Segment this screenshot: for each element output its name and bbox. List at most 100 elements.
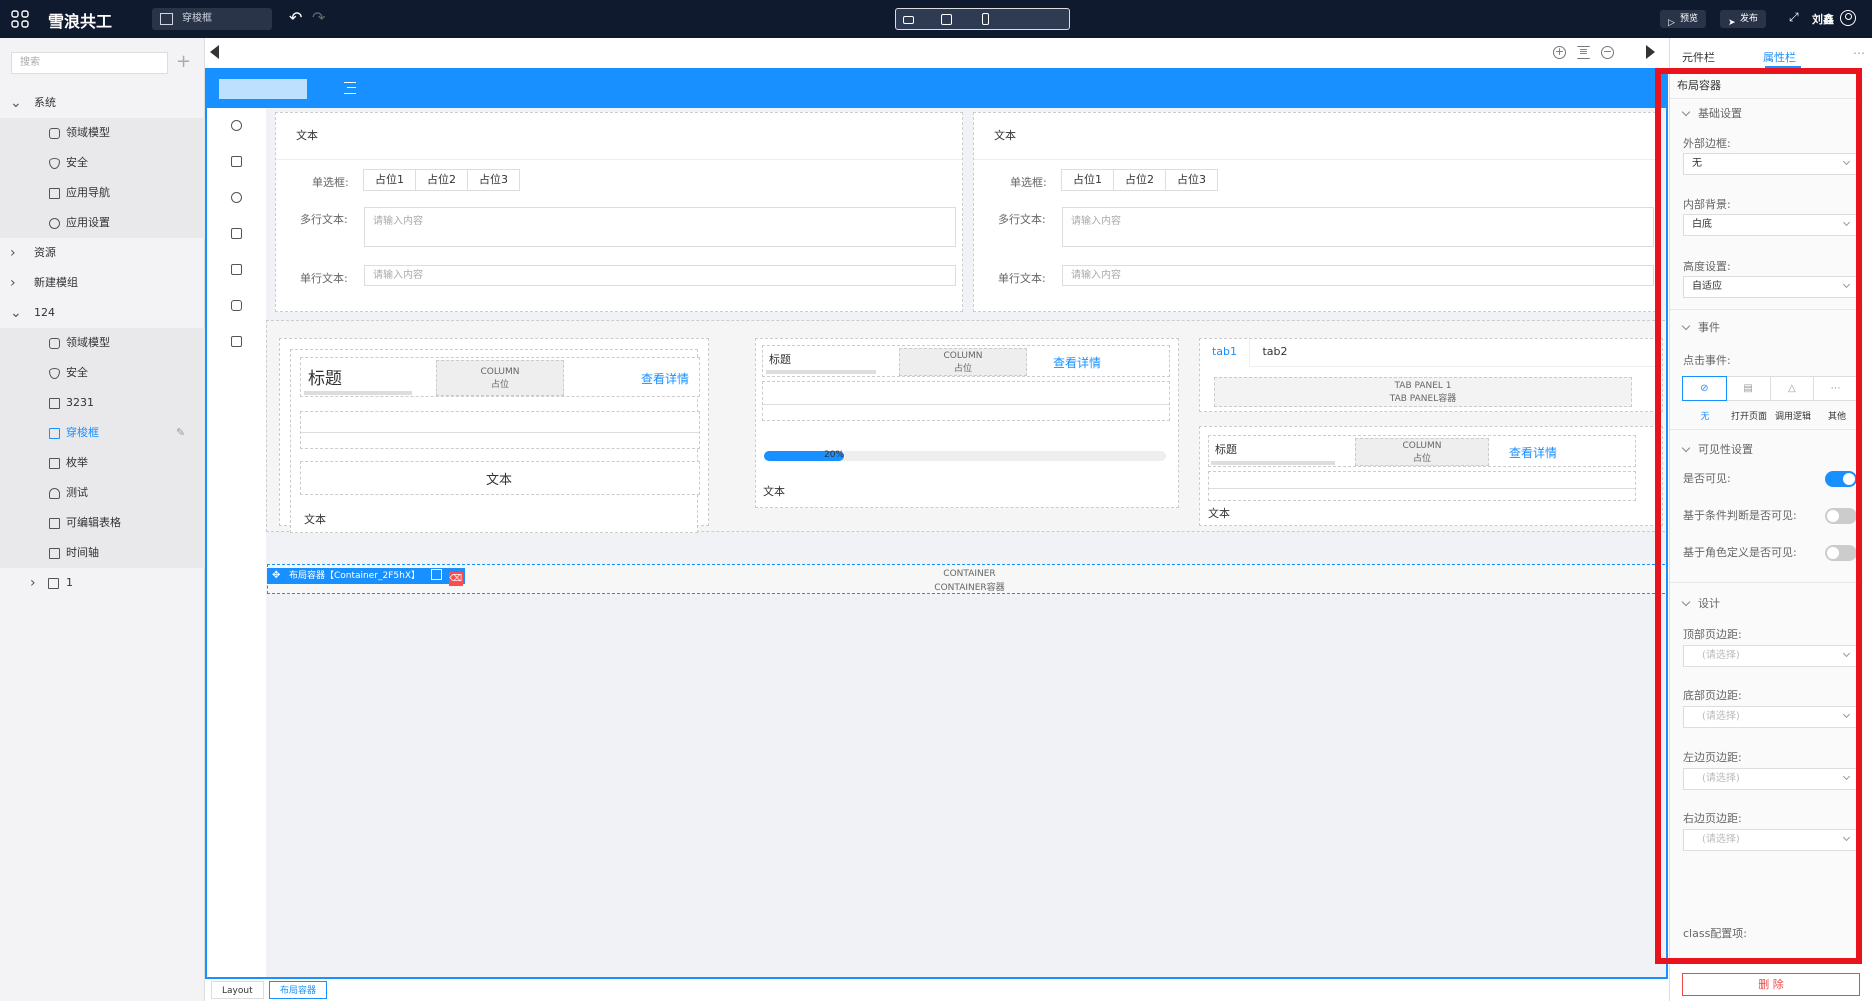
zoom-out-icon[interactable]: −: [1601, 46, 1614, 59]
user-icon[interactable]: [231, 120, 242, 131]
table-icon[interactable]: [231, 264, 242, 275]
team-icon[interactable]: [231, 192, 242, 203]
column-block-2[interactable]: 标题 COLUMN 占位 查看详情 20% 文本: [755, 338, 1179, 508]
radio-option-1[interactable]: 占位1: [1061, 169, 1114, 191]
radio-option-2[interactable]: 占位2: [1113, 169, 1166, 191]
edit-icon[interactable]: ✎: [176, 418, 185, 448]
undo-icon[interactable]: ↶: [289, 10, 302, 26]
collapse-left-icon[interactable]: [210, 45, 219, 59]
play-icon: ▷: [1668, 18, 1675, 28]
tree-item[interactable]: 安全: [0, 358, 205, 388]
textarea-input[interactable]: 请输入内容: [1062, 207, 1654, 247]
tab-2[interactable]: tab2: [1250, 339, 1300, 367]
chevron-right-icon[interactable]: ›: [10, 238, 16, 268]
mobile-view-button[interactable]: [973, 8, 997, 30]
inner-text: 文本: [486, 473, 513, 488]
tree-item[interactable]: 可编辑表格: [0, 508, 205, 538]
tree-item[interactable]: › 新建模组: [0, 268, 205, 298]
delete-button[interactable]: 删 除: [1682, 973, 1860, 996]
chevron-down-icon[interactable]: ⌄: [10, 298, 22, 328]
zoom-in-icon[interactable]: +: [1553, 46, 1566, 59]
view-details-link[interactable]: 查看详情: [641, 370, 689, 387]
form-title: 文本: [296, 129, 318, 142]
tree-item[interactable]: ⌄ 124: [0, 298, 205, 328]
tree-item[interactable]: 穿梭框 ✎: [0, 418, 205, 448]
tabs-block[interactable]: tab1 tab2 TAB PANEL 1 TAB PANEL容器: [1199, 338, 1663, 412]
tree-item[interactable]: ⌄ 系统: [0, 88, 205, 118]
preview-label: 预览: [1680, 14, 1699, 24]
event-none-button[interactable]: ⊘: [1682, 376, 1727, 401]
chevron-right-icon[interactable]: ›: [10, 268, 16, 298]
fullscreen-icon[interactable]: ⤢: [1789, 10, 1799, 25]
tree-item[interactable]: 安全: [0, 148, 205, 178]
send-icon: ➤: [1728, 18, 1736, 28]
move-icon[interactable]: ✥: [272, 568, 280, 584]
tree-item[interactable]: 应用设置: [0, 208, 205, 238]
column-placeholder[interactable]: COLUMN 占位: [899, 348, 1027, 376]
tab-1[interactable]: tab1: [1200, 339, 1250, 367]
column-block-3[interactable]: 标题 COLUMN 占位 查看详情 文本: [1199, 426, 1663, 526]
view-details-link[interactable]: 查看详情: [1509, 444, 1557, 461]
column-placeholder[interactable]: COLUMN 占位: [436, 360, 564, 396]
text-input[interactable]: 请输入内容: [364, 265, 956, 286]
user-avatar-icon[interactable]: [1840, 10, 1856, 26]
tree-item[interactable]: 时间轴: [0, 538, 205, 568]
copy-icon[interactable]: [430, 569, 442, 580]
collapse-right-icon[interactable]: [1646, 45, 1655, 59]
tree-item-label: 枚举: [66, 456, 88, 469]
current-page-selector[interactable]: 穿梭框: [152, 8, 272, 30]
shield-icon: [49, 368, 60, 379]
minus-box-icon[interactable]: [231, 336, 242, 347]
page-icon: [49, 548, 60, 559]
app-logo-icon[interactable]: [10, 9, 30, 29]
menu-toggle-icon[interactable]: [344, 82, 356, 94]
tree-item[interactable]: 枚举: [0, 448, 205, 478]
delete-icon[interactable]: ⌫: [448, 572, 463, 586]
container-sublabel: CONTAINER容器: [934, 583, 1005, 593]
cube-icon[interactable]: [231, 300, 242, 311]
home-icon[interactable]: [231, 156, 242, 167]
tab-properties[interactable]: 属性栏: [1763, 49, 1796, 65]
tree-item[interactable]: 测试: [0, 478, 205, 508]
form-card-2[interactable]: 文本 单选框: 占位1 占位2 占位3 多行文本: 请输入内容 单行文本: 请输…: [973, 112, 1661, 312]
tree-item[interactable]: 领域模型: [0, 118, 205, 148]
tree-item[interactable]: › 资源: [0, 238, 205, 268]
textarea-input[interactable]: 请输入内容: [364, 207, 956, 247]
column-placeholder[interactable]: COLUMN 占位: [1355, 438, 1489, 466]
breadcrumb-layout[interactable]: Layout: [211, 981, 264, 999]
app-name: 雪浪共工: [48, 12, 113, 31]
publish-button[interactable]: ➤ 发布: [1720, 10, 1767, 28]
preview-button[interactable]: ▷ 预览: [1660, 10, 1707, 28]
radio-option-2[interactable]: 占位2: [415, 169, 468, 191]
redo-icon[interactable]: ↷: [312, 10, 325, 26]
more-icon[interactable]: ⋯: [1853, 46, 1865, 60]
search-input[interactable]: 搜索: [11, 52, 168, 74]
document-icon[interactable]: [231, 228, 242, 239]
view-details-link[interactable]: 查看详情: [1053, 354, 1101, 371]
tree-item[interactable]: 领域模型: [0, 328, 205, 358]
tab-components[interactable]: 元件栏: [1682, 49, 1715, 65]
chevron-right-icon[interactable]: ›: [30, 568, 36, 598]
tree-item[interactable]: 3231: [0, 388, 205, 418]
radio-option-3[interactable]: 占位3: [1165, 169, 1218, 191]
fit-icon[interactable]: ≡: [1577, 46, 1590, 59]
tree-item[interactable]: 应用导航: [0, 178, 205, 208]
page-icon: [49, 428, 60, 439]
column-label: COLUMN: [943, 351, 983, 361]
add-icon[interactable]: +: [176, 51, 191, 72]
chevron-down-icon[interactable]: ⌄: [10, 88, 22, 118]
tree-item[interactable]: › 1: [0, 568, 205, 598]
form-card-1[interactable]: 文本 单选框: 占位1 占位2 占位3 多行文本: 请输入内容 单行文本: 请输…: [275, 112, 963, 312]
breadcrumb-container[interactable]: 布局容器: [269, 981, 328, 999]
radio-option-1[interactable]: 占位1: [363, 169, 416, 191]
tab-panel[interactable]: TAB PANEL 1 TAB PANEL容器: [1214, 377, 1632, 407]
tab-panel-label: TAB PANEL 1: [1394, 381, 1452, 391]
column-block-1[interactable]: 标题 COLUMN 占位 查看详情 文本 文本: [279, 338, 709, 533]
radio-option-3[interactable]: 占位3: [467, 169, 520, 191]
tablet-view-button[interactable]: [934, 8, 958, 30]
design-canvas[interactable]: 文本 单选框: 占位1 占位2 占位3 多行文本: 请输入内容 单行文本: 请输…: [205, 68, 1668, 979]
tree-item-label: 安全: [66, 156, 88, 169]
selected-container[interactable]: CONTAINER CONTAINER容器: [267, 564, 1666, 594]
text-input[interactable]: 请输入内容: [1062, 265, 1654, 286]
progress-track: 20%: [764, 450, 1166, 461]
